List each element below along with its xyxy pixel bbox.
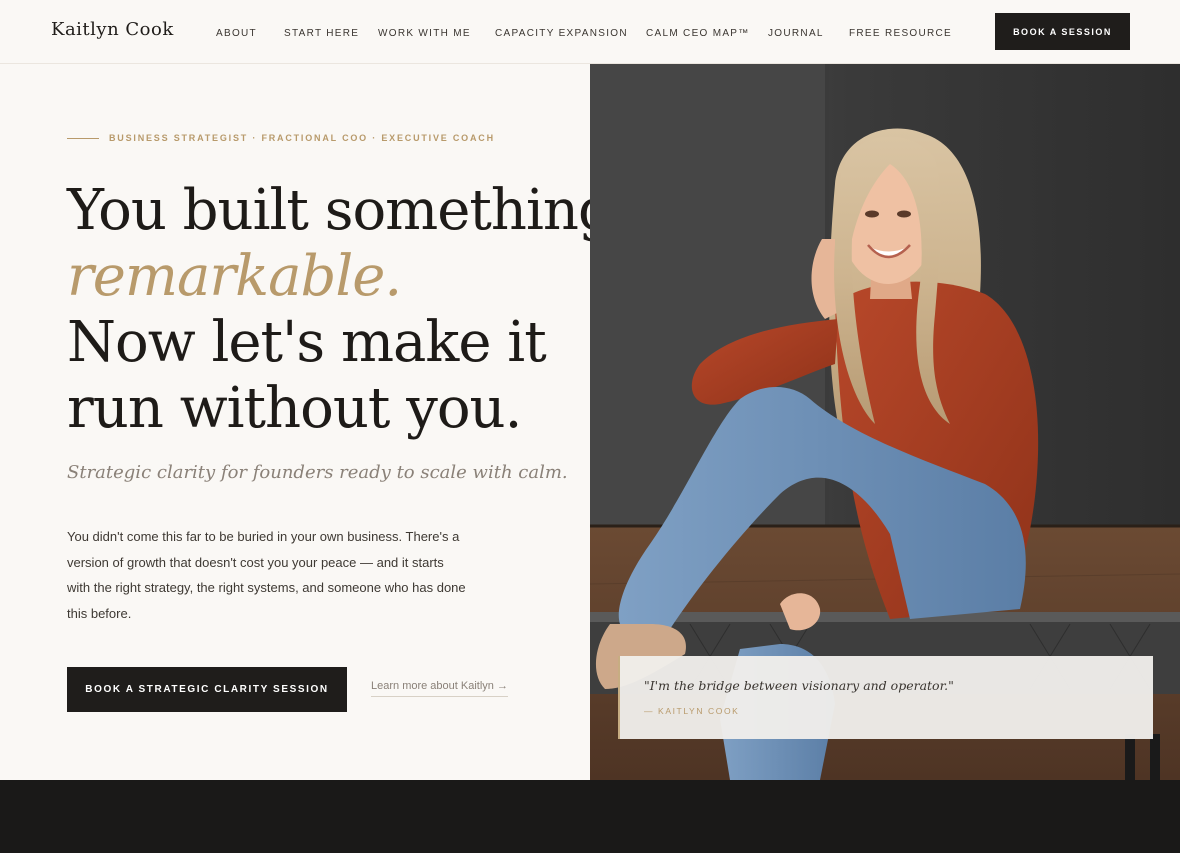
quote-card: "I'm the bridge between visionary and op…: [618, 656, 1153, 739]
learn-more-link[interactable]: Learn more about Kaitlyn →: [371, 680, 508, 697]
nav-link-capacity-expansion[interactable]: Capacity Expansion: [495, 28, 628, 39]
next-section-band: [0, 780, 1180, 853]
headline-line-1: You built something: [67, 178, 614, 243]
book-strategic-clarity-button[interactable]: BOOK A STRATEGIC CLARITY SESSION: [67, 667, 347, 712]
eyebrow-divider: [67, 138, 99, 139]
top-nav: Kaitlyn Cook About Start Here Work With …: [0, 0, 1180, 64]
headline-line-4: run without you.: [67, 376, 522, 441]
quote-author: — KAITLYN COOK: [644, 706, 740, 716]
hero-headline: You built something remarkable. Now let'…: [67, 178, 614, 442]
nav-link-journal[interactable]: Journal: [768, 28, 824, 39]
hero-tagline: Strategic clarity for founders ready to …: [67, 462, 568, 483]
nav-link-start-here[interactable]: Start Here: [284, 28, 359, 39]
book-session-button[interactable]: BOOK A SESSION: [995, 13, 1130, 50]
nav-link-calm-ceo-map[interactable]: Calm CEO Map™: [646, 28, 750, 39]
nav-link-work-with-me[interactable]: Work With Me: [378, 28, 471, 39]
nav-link-free-resource[interactable]: Free Resource: [849, 28, 952, 39]
brand-logo[interactable]: Kaitlyn Cook: [51, 19, 174, 40]
quote-text: "I'm the bridge between visionary and op…: [644, 678, 954, 693]
headline-accent: remarkable.: [67, 244, 402, 309]
headline-line-3: Now let's make it: [67, 310, 547, 375]
nav-link-about[interactable]: About: [216, 28, 257, 39]
eyebrow-text: BUSINESS STRATEGIST · FRACTIONAL COO · E…: [109, 133, 495, 143]
hero-body: You didn't come this far to be buried in…: [67, 529, 466, 621]
